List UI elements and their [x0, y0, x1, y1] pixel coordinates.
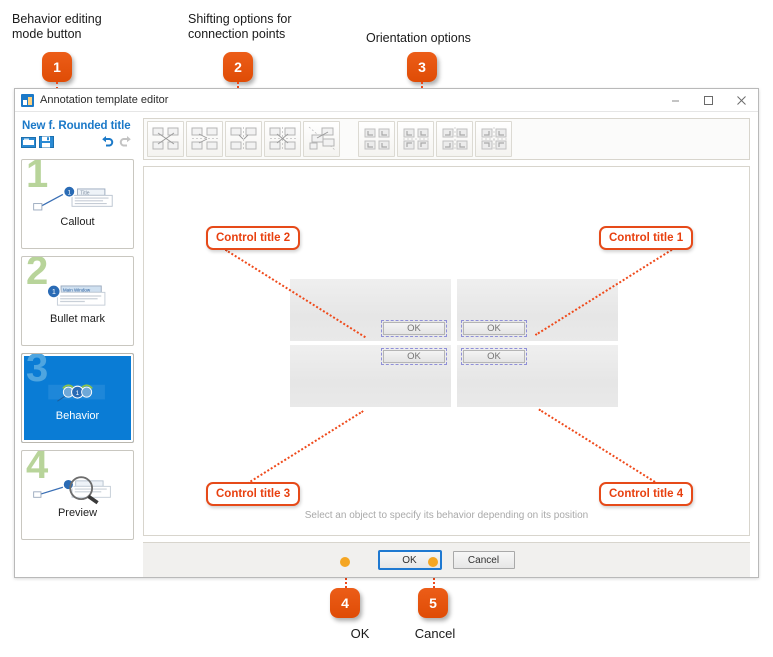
redo-icon[interactable]: [118, 135, 132, 153]
shift-both-icon[interactable]: [264, 121, 301, 157]
sidebar-item-label: Preview: [57, 507, 98, 519]
title-bar: Annotation template editor: [15, 89, 758, 112]
dialog-footer: OK Cancel: [143, 542, 750, 577]
annotation-label-2: Shifting options for connection points: [188, 12, 292, 41]
ok-object-label: OK: [383, 350, 445, 363]
sidebar-item-label: Callout: [60, 216, 95, 228]
orientation-options-group: [358, 121, 512, 157]
svg-text:1: 1: [67, 189, 71, 196]
close-icon[interactable]: [725, 89, 758, 111]
control-title-2-callout[interactable]: Control title 2: [206, 226, 301, 250]
shifting-options-group: [147, 121, 340, 157]
shift-vertical-icon[interactable]: [225, 121, 262, 157]
annotation-badge-4: 4: [330, 588, 360, 618]
ok-object-bottom-right[interactable]: OK: [461, 348, 527, 365]
annotation-label-5: Cancel: [414, 626, 456, 641]
sidebar-item-bullet-mark[interactable]: 2 Main Window 1 Bullet mark: [21, 256, 134, 346]
ok-object-bottom-left[interactable]: OK: [381, 348, 447, 365]
control-title-4-callout[interactable]: Control title 4: [599, 482, 694, 506]
annotation-badge-2: 2: [223, 52, 253, 82]
ok-object-top-right[interactable]: OK: [461, 320, 527, 337]
quadrant-top-left[interactable]: OK: [290, 279, 451, 341]
behavior-canvas[interactable]: OK OK OK OK Control title 2 Control titl…: [143, 166, 750, 536]
annotation-template-editor-window: Annotation template editor New f. Rounde…: [14, 88, 759, 578]
shift-free-icon[interactable]: [147, 121, 184, 157]
annotation-badge-1: 1: [42, 52, 72, 82]
svg-text:1: 1: [52, 287, 56, 296]
callout-thumbnail-art: Title 1: [30, 182, 125, 216]
control-title-1-callout[interactable]: Control title 1: [599, 226, 694, 250]
quadrant-grid: OK OK OK OK: [290, 279, 618, 407]
orientation-vertical-icon[interactable]: [397, 121, 434, 157]
sidebar-item-behavior[interactable]: 3 1 Behavior: [21, 353, 134, 443]
orientation-none-icon[interactable]: [358, 121, 395, 157]
leader-dot-4: [340, 557, 350, 567]
save-template-icon[interactable]: [39, 135, 54, 154]
window-controls: [659, 89, 758, 111]
quadrant-bottom-left[interactable]: OK: [290, 345, 451, 407]
orientation-horizontal-icon[interactable]: [436, 121, 473, 157]
ok-object-label: OK: [463, 322, 525, 335]
window-title: Annotation template editor: [40, 94, 169, 106]
orientation-both-icon[interactable]: [475, 121, 512, 157]
quadrant-bottom-right[interactable]: OK: [457, 345, 618, 407]
open-template-icon[interactable]: [21, 135, 36, 154]
sidebar-history-tools: [101, 135, 132, 153]
bullet-mark-thumbnail-art: Main Window 1: [30, 279, 125, 313]
sidebar-toolbar: [21, 135, 134, 153]
sidebar-title: New f. Rounded title: [22, 120, 131, 132]
sidebar-item-label: Bullet mark: [49, 313, 106, 325]
maximize-icon[interactable]: [692, 89, 725, 111]
ok-object-label: OK: [463, 350, 525, 363]
shift-horizontal-icon[interactable]: [186, 121, 223, 157]
annotation-badge-3: 3: [407, 52, 437, 82]
annotation-label-4: OK: [350, 626, 370, 641]
ok-object-top-left[interactable]: OK: [381, 320, 447, 337]
cancel-button[interactable]: Cancel: [452, 551, 515, 569]
undo-icon[interactable]: [101, 135, 115, 153]
sidebar: New f. Rounded title 1 Title 1 Callout 2…: [15, 112, 139, 577]
minimize-icon[interactable]: [659, 89, 692, 111]
sidebar-item-preview[interactable]: 4 Preview: [21, 450, 134, 540]
app-icon: [21, 93, 34, 107]
ok-object-label: OK: [383, 322, 445, 335]
annotation-label-3: Orientation options: [366, 31, 471, 45]
annotation-badge-5: 5: [418, 588, 448, 618]
svg-text:1: 1: [76, 390, 80, 397]
leader-dot-5: [428, 557, 438, 567]
annotation-label-1: Behavior editing mode button: [12, 12, 102, 41]
canvas-hint-text: Select an object to specify its behavior…: [304, 510, 589, 521]
editor-toolbar: [143, 118, 750, 160]
sidebar-item-label: Behavior: [55, 410, 100, 422]
sidebar-item-callout[interactable]: 1 Title 1 Callout: [21, 159, 134, 249]
editor-pane: OK OK OK OK Control title 2 Control titl…: [139, 112, 758, 577]
control-title-3-callout[interactable]: Control title 3: [206, 482, 301, 506]
behavior-thumbnail-art: 1: [30, 376, 125, 410]
svg-text:Main Window: Main Window: [63, 287, 91, 292]
shift-diagonal-icon[interactable]: [303, 121, 340, 157]
window-body: New f. Rounded title 1 Title 1 Callout 2…: [15, 112, 758, 577]
preview-thumbnail-art: [30, 473, 125, 507]
